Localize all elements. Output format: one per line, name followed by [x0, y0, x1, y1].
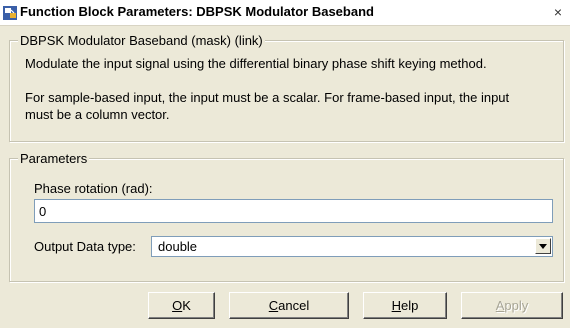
simulink-block-icon — [2, 5, 18, 21]
phase-rotation-label: Phase rotation (rad): — [34, 181, 153, 196]
chevron-down-icon[interactable] — [535, 238, 551, 254]
output-data-type-value: double — [158, 239, 198, 254]
parameters-group-label: Parameters — [18, 151, 90, 166]
ok-mnemonic: O — [172, 298, 183, 313]
cancel-button[interactable]: Cancel — [229, 292, 349, 319]
description-group-label: DBPSK Modulator Baseband (mask) (link) — [18, 33, 265, 48]
description-text-line3: must be a column vector. — [25, 107, 170, 122]
help-label: elp — [401, 298, 419, 313]
description-group: DBPSK Modulator Baseband (mask) (link) M… — [9, 33, 564, 142]
close-icon[interactable]: × — [549, 3, 567, 21]
parameters-group: Parameters Phase rotation (rad): Output … — [9, 151, 564, 282]
window-title: Function Block Parameters: DBPSK Modulat… — [20, 4, 374, 19]
apply-button[interactable]: Apply — [461, 292, 563, 319]
title-bar: Function Block Parameters: DBPSK Modulat… — [0, 0, 570, 26]
apply-label: pply — [504, 298, 529, 313]
description-text-line2: For sample-based input, the input must b… — [25, 90, 510, 105]
cancel-label: ancel — [278, 298, 310, 313]
description-text-line1: Modulate the input signal using the diff… — [25, 56, 487, 71]
help-mnemonic: H — [391, 298, 402, 313]
output-data-type-select[interactable]: double — [151, 236, 553, 257]
help-button[interactable]: Help — [363, 292, 447, 319]
ok-label: K — [182, 298, 191, 313]
phase-rotation-input[interactable] — [34, 199, 553, 223]
output-data-type-label: Output Data type: — [34, 239, 136, 254]
ok-button[interactable]: OK — [148, 292, 215, 319]
cancel-mnemonic: C — [268, 298, 279, 313]
